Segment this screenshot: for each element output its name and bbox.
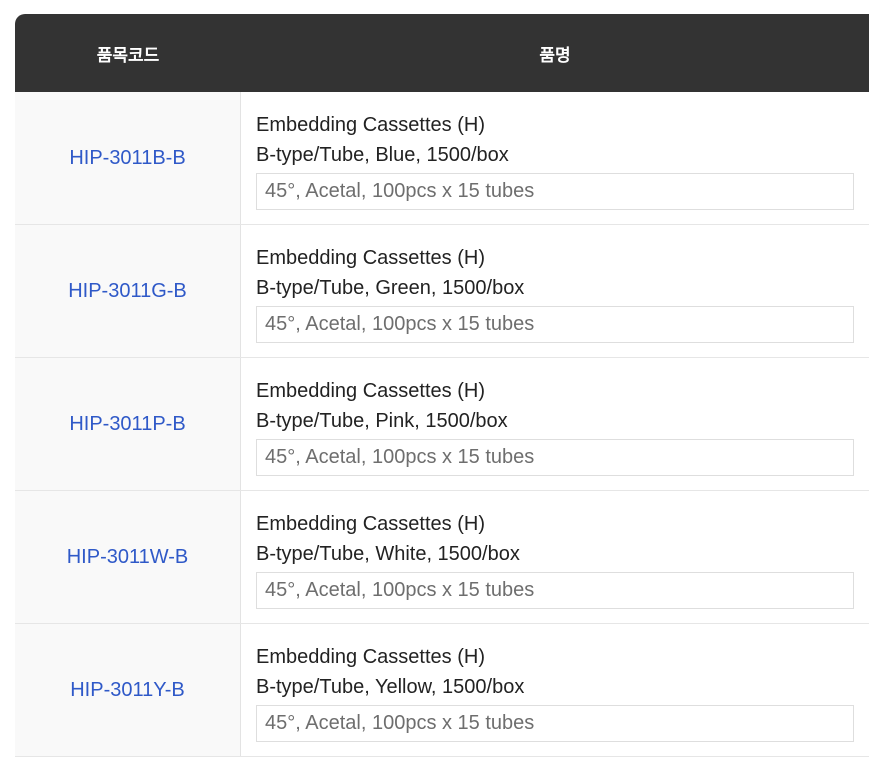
product-variant: B-type/Tube, White, 1500/box [256, 543, 520, 565]
product-name: Embedding Cassettes (H) [256, 247, 485, 269]
name-cell: Embedding Cassettes (H) B-type/Tube, Gre… [241, 225, 869, 357]
product-name: Embedding Cassettes (H) [256, 513, 485, 535]
product-spec: 45°, Acetal, 100pcs x 15 tubes [256, 572, 854, 609]
product-name: Embedding Cassettes (H) [256, 114, 485, 136]
table-row: HIP-3011Y-B Embedding Cassettes (H) B-ty… [15, 624, 869, 757]
product-code-link[interactable]: HIP-3011W-B [67, 546, 189, 569]
product-variant: B-type/Tube, Pink, 1500/box [256, 410, 508, 432]
product-code-link[interactable]: HIP-3011Y-B [70, 679, 185, 702]
name-cell: Embedding Cassettes (H) B-type/Tube, Whi… [241, 491, 869, 623]
name-cell: Embedding Cassettes (H) B-type/Tube, Yel… [241, 624, 869, 756]
product-code-link[interactable]: HIP-3011P-B [69, 413, 185, 436]
product-variant: B-type/Tube, Green, 1500/box [256, 277, 525, 299]
code-cell: HIP-3011B-B [15, 92, 241, 224]
product-spec: 45°, Acetal, 100pcs x 15 tubes [256, 439, 854, 476]
product-code-link[interactable]: HIP-3011B-B [69, 147, 185, 170]
product-code-link[interactable]: HIP-3011G-B [68, 280, 187, 303]
product-spec: 45°, Acetal, 100pcs x 15 tubes [256, 306, 854, 343]
product-name: Embedding Cassettes (H) [256, 646, 485, 668]
product-variant: B-type/Tube, Yellow, 1500/box [256, 676, 525, 698]
table-header: 품목코드 품명 [15, 14, 869, 92]
product-spec: 45°, Acetal, 100pcs x 15 tubes [256, 173, 854, 210]
name-cell: Embedding Cassettes (H) B-type/Tube, Blu… [241, 92, 869, 224]
code-cell: HIP-3011Y-B [15, 624, 241, 756]
name-cell: Embedding Cassettes (H) B-type/Tube, Pin… [241, 358, 869, 490]
table-row: HIP-3011W-B Embedding Cassettes (H) B-ty… [15, 491, 869, 624]
code-cell: HIP-3011W-B [15, 491, 241, 623]
code-cell: HIP-3011G-B [15, 225, 241, 357]
product-name: Embedding Cassettes (H) [256, 380, 485, 402]
table-row: HIP-3011G-B Embedding Cassettes (H) B-ty… [15, 225, 869, 358]
product-variant: B-type/Tube, Blue, 1500/box [256, 144, 509, 166]
code-cell: HIP-3011P-B [15, 358, 241, 490]
table-row: HIP-3011B-B Embedding Cassettes (H) B-ty… [15, 92, 869, 225]
product-spec: 45°, Acetal, 100pcs x 15 tubes [256, 705, 854, 742]
header-code: 품목코드 [96, 45, 160, 65]
table-row: HIP-3011P-B Embedding Cassettes (H) B-ty… [15, 358, 869, 491]
header-name: 품명 [539, 45, 571, 65]
product-table: 품목코드 품명 HIP-3011B-B Embedding Cassettes … [15, 14, 869, 757]
